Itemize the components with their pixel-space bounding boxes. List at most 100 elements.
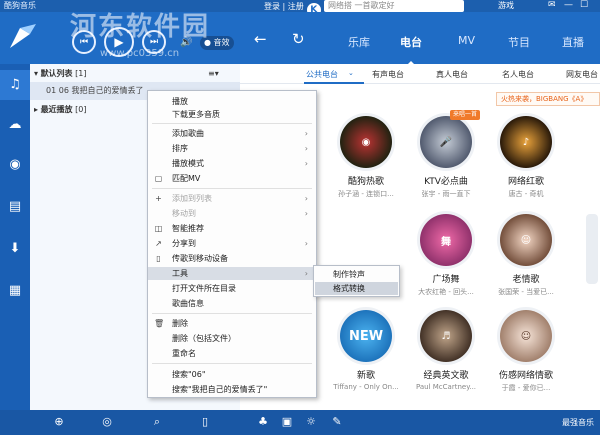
menu-label: 传歌到移动设备: [172, 254, 228, 263]
station-card[interactable]: 舞 广场舞 大农红艳 - 回头...: [406, 214, 486, 297]
menu-label: 歌曲信息: [172, 299, 204, 308]
list-menu-icon[interactable]: ≡▾: [208, 66, 219, 82]
excel-icon[interactable]: ▣: [280, 415, 294, 429]
station-card[interactable]: ♪ 网络红歌 唐古 - 奇机: [486, 116, 566, 199]
menu-label: 播放模式: [172, 159, 204, 168]
menu-add-song[interactable]: 添加歌曲 ›: [148, 127, 316, 140]
station-card[interactable]: NEW 新歌 Tiffany - Only On...: [326, 310, 406, 391]
station-name: 新歌: [356, 371, 375, 381]
app-logo-icon: [10, 24, 36, 48]
mail-icon[interactable]: ✉: [548, 0, 556, 12]
menu-delete[interactable]: 🗑 删除: [148, 317, 316, 330]
radio-subtabs: 公共电台 ⌄ 有声电台 真人电台 名人电台 网友电台: [240, 64, 600, 84]
phone-icon[interactable]: ▯: [198, 415, 212, 429]
menu-label: 匹配MV: [172, 174, 201, 183]
radio-icon[interactable]: ◉: [6, 156, 24, 174]
menu-song-info[interactable]: 歌曲信息: [148, 297, 316, 310]
menu-smart-recommend[interactable]: ◫ 智能推荐: [148, 222, 316, 235]
station-name: 老情歌: [512, 275, 540, 285]
tab-radio[interactable]: 电台: [400, 34, 422, 66]
menu-search-06[interactable]: 搜索"06": [148, 368, 316, 381]
back-icon[interactable]: ←: [254, 32, 267, 47]
locate-icon[interactable]: ◎: [100, 415, 114, 429]
login-area[interactable]: 登录 | 注册 K: [264, 0, 321, 17]
maximize-icon[interactable]: ☐: [580, 0, 588, 12]
menu-label: 搜索"我把自己的爱情丢了": [172, 385, 268, 394]
login-link[interactable]: 登录 | 注册: [264, 1, 304, 12]
subtab-real[interactable]: 真人电台: [436, 69, 468, 80]
message-icon[interactable]: ▤: [6, 198, 24, 216]
search-input[interactable]: 网络搭 一首歌定好: [324, 0, 464, 12]
menu-move-to: 移动到 ›: [148, 207, 316, 220]
menu-download-quality[interactable]: 下载更多音质: [148, 108, 316, 121]
submenu-arrow-icon: ›: [304, 144, 308, 153]
menu-match-mv[interactable]: ▢ 匹配MV: [148, 172, 316, 185]
station-card[interactable]: ☺ 伤感网络情歌 于霞 - 爱你已...: [486, 310, 566, 393]
recommend-icon: ◫: [154, 224, 163, 233]
refresh-icon[interactable]: ↻: [292, 32, 305, 47]
station-art: 🎤: [420, 116, 472, 168]
minimize-icon[interactable]: —: [564, 0, 573, 12]
station-song: 唐古 - 奇机: [508, 190, 544, 198]
subtab-celebrity[interactable]: 名人电台: [502, 69, 534, 80]
mv-icon: ▢: [154, 174, 163, 183]
tab-live[interactable]: 直播: [562, 34, 584, 50]
station-badge: 来唱一首: [450, 110, 481, 120]
playlist-group-default[interactable]: ▾ 默认列表 [1] ≡▾: [30, 66, 240, 82]
music-icon[interactable]: ♫: [0, 70, 30, 100]
menu-rename[interactable]: 重命名: [148, 347, 316, 360]
tab-mv[interactable]: MV: [458, 34, 475, 47]
chevron-down-icon[interactable]: ⌄: [348, 69, 354, 77]
menu-label: 重命名: [172, 349, 196, 358]
cloud-icon[interactable]: ☁: [6, 116, 24, 134]
station-name: 广场舞: [432, 275, 460, 285]
station-card[interactable]: ◉ 酷狗热歌 孙子涵 - 连锁口...: [326, 116, 406, 199]
station-art: NEW: [340, 310, 392, 362]
tab-library[interactable]: 乐库: [348, 34, 370, 50]
subtab-audio[interactable]: 有声电台: [372, 69, 404, 80]
tool-icon[interactable]: ✎: [330, 415, 344, 429]
menu-label: 播放: [172, 97, 188, 106]
left-sidebar: ♫ ☁ ◉ ▤ ⬇ ▦: [0, 64, 30, 410]
menu-send-mobile[interactable]: ▯ 传歌到移动设备: [148, 252, 316, 265]
menu-search-song[interactable]: 搜索"我把自己的爱情丢了": [148, 383, 316, 396]
station-song: 大农红艳 - 回头...: [418, 288, 474, 296]
menu-open-folder[interactable]: 打开文件所在目录: [148, 282, 316, 295]
station-card[interactable]: 来唱一首 🎤 KTV必点曲 张宇 - 雨一直下: [406, 110, 486, 199]
station-art: ◉: [340, 116, 392, 168]
station-name: 酷狗热歌: [347, 177, 384, 187]
subtab-friends[interactable]: 网友电台: [566, 69, 598, 80]
station-card[interactable]: ♬ 经典英文歌 Paul McCartney...: [406, 310, 486, 391]
scrollbar[interactable]: [586, 214, 598, 284]
menu-share[interactable]: ↗ 分享到 ›: [148, 237, 316, 250]
apps-icon[interactable]: ▦: [6, 282, 24, 300]
gamepad-icon[interactable]: ♣: [256, 415, 270, 429]
subtab-public[interactable]: 公共电台: [306, 69, 338, 80]
menu-play-mode[interactable]: 播放模式 ›: [148, 157, 316, 170]
menu-tools[interactable]: 工具 ›: [148, 267, 316, 280]
search-icon[interactable]: ⌕: [150, 415, 164, 429]
bottom-status: 最强音乐: [562, 418, 594, 427]
station-song: Paul McCartney...: [415, 383, 477, 391]
game-button[interactable]: 游戏: [498, 0, 514, 12]
menu-play[interactable]: 播放: [148, 95, 316, 108]
menu-format-convert[interactable]: 格式转换: [315, 282, 398, 295]
submenu-arrow-icon: ›: [304, 239, 308, 248]
station-art: ♬: [420, 310, 472, 362]
sun-icon[interactable]: ☼: [304, 415, 318, 429]
menu-label: 移动到: [172, 209, 196, 218]
menu-delete-with-file[interactable]: 删除（包括文件）: [148, 332, 316, 345]
station-card[interactable]: ☺ 老情歌 张国荣 - 当爱已...: [486, 214, 566, 297]
tab-programs[interactable]: 节目: [508, 34, 530, 50]
add-icon[interactable]: ⊕: [52, 415, 66, 429]
context-menu: 播放 下载更多音质 添加歌曲 › 排序 › 播放模式 › ▢ 匹配MV + 添加到列表 › …: [147, 90, 317, 398]
menu-make-ringtone[interactable]: 制作铃声: [315, 268, 398, 281]
share-icon: ↗: [155, 239, 162, 248]
station-song: 孙子涵 - 连锁口...: [338, 190, 394, 198]
promo-banner[interactable]: 火热来袭，BIGBANG《A》: [496, 92, 600, 106]
download-icon[interactable]: ⬇: [6, 240, 24, 258]
menu-sort[interactable]: 排序 ›: [148, 142, 316, 155]
app-title: 酷狗音乐: [4, 1, 36, 10]
watermark: 河东软件园: [70, 12, 211, 42]
menu-label: 搜索"06": [172, 370, 206, 379]
